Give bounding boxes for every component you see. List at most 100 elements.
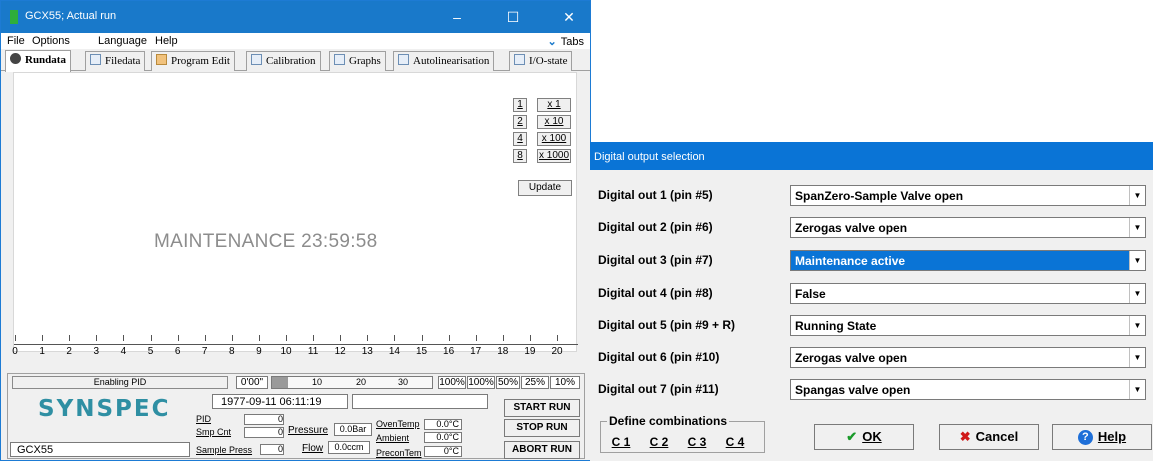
x-axis-tick bbox=[231, 335, 233, 341]
digital-out-select[interactable]: Zerogas valve open ▼ bbox=[790, 347, 1146, 368]
digital-out-row: Digital out 5 (pin #9 + R) Running State… bbox=[590, 315, 1153, 337]
zoom-key[interactable]: 4 bbox=[513, 132, 527, 146]
x-axis-tick bbox=[367, 335, 369, 341]
timer-field: 0'00" bbox=[236, 376, 268, 389]
ambient-label: Ambient bbox=[376, 433, 410, 443]
x-axis-tick bbox=[475, 335, 477, 341]
x-axis-tick-label: 9 bbox=[256, 346, 262, 357]
ok-button[interactable]: ✔ OK bbox=[814, 424, 914, 450]
digital-out-select[interactable]: Spangas valve open ▼ bbox=[790, 379, 1146, 400]
menu-help[interactable]: Help bbox=[155, 35, 178, 47]
digital-out-label: Digital out 4 (pin #8) bbox=[598, 286, 713, 300]
tab-graphs[interactable]: Graphs bbox=[329, 51, 386, 71]
digital-out-label: Digital out 6 (pin #10) bbox=[598, 350, 720, 364]
zoom-button[interactable]: x 1 bbox=[537, 98, 571, 112]
precon-field: 0°C bbox=[424, 446, 462, 457]
app-icon bbox=[10, 10, 18, 24]
oventemp-field: 0.0°C bbox=[424, 419, 462, 430]
chevron-down-icon[interactable]: ▼ bbox=[1129, 251, 1145, 270]
title-bar[interactable]: GCX55; Actual run – ☐ ✕ bbox=[1, 1, 590, 33]
x-axis-tick bbox=[286, 335, 287, 341]
zoom-key[interactable]: 2 bbox=[513, 115, 527, 129]
progress-bar: 10 20 30 bbox=[271, 376, 433, 389]
zoom-button[interactable]: x 1000 bbox=[537, 149, 571, 163]
menu-options[interactable]: Options bbox=[32, 35, 70, 47]
percent-button[interactable]: 100% bbox=[438, 376, 466, 389]
combination-button[interactable]: C 1 bbox=[607, 433, 635, 451]
abort-run-button[interactable]: ABORT RUN bbox=[504, 441, 580, 459]
update-button[interactable]: Update bbox=[518, 180, 572, 196]
combinations-title: Define combinations bbox=[607, 414, 730, 428]
tab-rundata[interactable]: Rundata bbox=[5, 50, 71, 72]
digital-out-row: Digital out 6 (pin #10) Zerogas valve op… bbox=[590, 347, 1153, 369]
io-icon bbox=[514, 54, 525, 65]
minimize-button[interactable]: – bbox=[443, 7, 471, 27]
main-window: GCX55; Actual run – ☐ ✕ File Options Lan… bbox=[0, 0, 591, 461]
x-axis-tick-label: 10 bbox=[280, 346, 292, 357]
percent-button[interactable]: 25% bbox=[521, 376, 549, 389]
menu-language[interactable]: Language bbox=[98, 35, 147, 47]
menu-file[interactable]: File bbox=[7, 35, 25, 47]
x-axis-tick-label: 16 bbox=[443, 346, 455, 357]
zoom-key[interactable]: 8 bbox=[513, 149, 527, 163]
digital-out-select[interactable]: SpanZero-Sample Valve open ▼ bbox=[790, 185, 1146, 206]
instrument-field: GCX55 bbox=[10, 442, 190, 457]
chevron-down-icon[interactable]: ▼ bbox=[1129, 316, 1145, 335]
wrench-icon bbox=[156, 54, 167, 65]
control-panel: Enabling PID 0'00" 10 20 30 100% 100% 50… bbox=[7, 373, 585, 459]
combination-button[interactable]: C 2 bbox=[645, 433, 673, 451]
window-title: GCX55; Actual run bbox=[25, 10, 117, 22]
help-icon: ? bbox=[1077, 430, 1093, 445]
percent-button[interactable]: 10% bbox=[550, 376, 580, 389]
chevron-down-icon[interactable]: ▼ bbox=[1129, 380, 1145, 399]
maximize-button[interactable]: ☐ bbox=[499, 7, 527, 27]
combination-button[interactable]: C 3 bbox=[683, 433, 711, 451]
x-axis-tick bbox=[421, 335, 423, 341]
stop-run-button[interactable]: STOP RUN bbox=[504, 419, 580, 437]
combination-button[interactable]: C 4 bbox=[721, 433, 749, 451]
flow-field: 0.0ccm bbox=[328, 441, 370, 454]
x-axis-tick-label: 13 bbox=[361, 346, 373, 357]
cancel-button[interactable]: ✖ Cancel bbox=[939, 424, 1039, 450]
tab-filedata[interactable]: Filedata bbox=[85, 51, 146, 71]
tabs-toggle[interactable]: ⌄ Tabs bbox=[548, 35, 584, 48]
zoom-button[interactable]: x 10 bbox=[537, 115, 571, 129]
chromatogram-plot[interactable]: 1 x 1 2 x 10 4 x 100 8 x 1000 Update MAI… bbox=[12, 72, 578, 357]
x-axis-tick bbox=[69, 335, 71, 341]
tab-autolinearisation[interactable]: Autolinearisation bbox=[393, 51, 495, 71]
chevron-down-icon: ⌄ bbox=[547, 36, 557, 48]
pressure-label: Pressure bbox=[288, 425, 329, 436]
x-axis-tick-label: 7 bbox=[201, 346, 208, 357]
digital-out-select[interactable]: False ▼ bbox=[790, 283, 1146, 304]
x-axis-tick bbox=[258, 335, 260, 341]
x-axis-tick-label: 2 bbox=[66, 346, 72, 357]
chevron-down-icon[interactable]: ▼ bbox=[1129, 284, 1145, 303]
tab-calibration[interactable]: Calibration bbox=[246, 51, 321, 71]
digital-out-label: Digital out 1 (pin #5) bbox=[598, 188, 713, 202]
tab-program-edit[interactable]: Program Edit bbox=[151, 51, 235, 71]
digital-out-select[interactable]: Running State ▼ bbox=[790, 315, 1146, 336]
digital-output-dialog: Digital output selection Digital out 1 (… bbox=[590, 142, 1153, 461]
digital-out-select[interactable]: Maintenance active ▼ bbox=[790, 250, 1146, 271]
oventemp-label: OvenTemp bbox=[376, 419, 420, 429]
close-button[interactable]: ✕ bbox=[555, 7, 583, 27]
synspec-logo: SYNSPEC bbox=[38, 396, 171, 422]
x-axis-tick bbox=[340, 335, 342, 341]
chevron-down-icon[interactable]: ▼ bbox=[1129, 218, 1145, 237]
start-run-button[interactable]: START RUN bbox=[504, 399, 580, 417]
help-button[interactable]: ? Help bbox=[1052, 424, 1152, 450]
x-icon: ✖ bbox=[959, 429, 971, 444]
digital-out-select[interactable]: Zerogas valve open ▼ bbox=[790, 217, 1146, 238]
tab-io-state[interactable]: I/O-state bbox=[509, 51, 573, 71]
zoom-button[interactable]: x 100 bbox=[537, 132, 571, 146]
pid-label: PID bbox=[196, 414, 212, 424]
percent-button[interactable]: 100% bbox=[467, 376, 495, 389]
menu-bar: File Options Language Help ⌄ Tabs bbox=[1, 33, 590, 49]
x-axis-tick-label: 0 bbox=[12, 346, 18, 357]
percent-button[interactable]: 50% bbox=[496, 376, 520, 389]
chevron-down-icon[interactable]: ▼ bbox=[1129, 186, 1145, 205]
chevron-down-icon[interactable]: ▼ bbox=[1129, 348, 1145, 367]
x-axis-tick-label: 4 bbox=[120, 346, 127, 357]
zoom-key[interactable]: 1 bbox=[513, 98, 527, 112]
digital-out-label: Digital out 7 (pin #11) bbox=[598, 382, 719, 396]
